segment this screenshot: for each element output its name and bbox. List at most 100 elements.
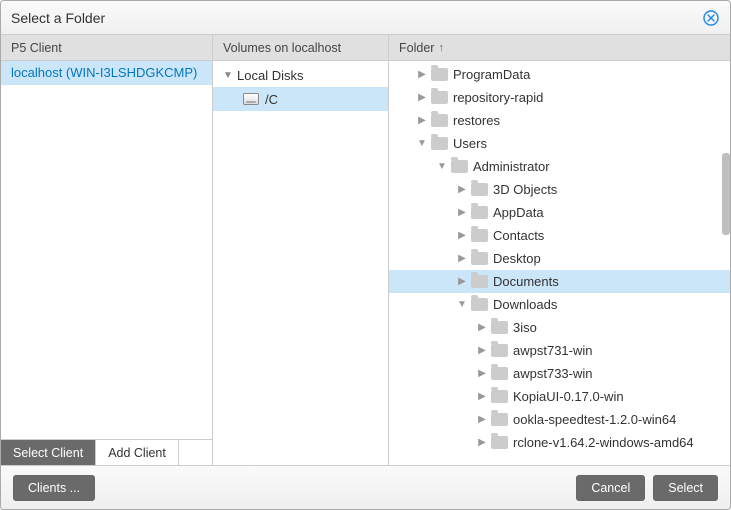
volume-root-label: Local Disks <box>237 68 303 83</box>
folder-icon <box>491 321 508 334</box>
dialog-footer: Clients ... Cancel Select <box>1 465 730 509</box>
client-row[interactable]: localhost (WIN-I3LSHDGKCMP) <box>1 61 212 85</box>
tab-select-client[interactable]: Select Client <box>1 440 96 465</box>
dialog-title: Select a Folder <box>11 10 702 26</box>
folder-row[interactable]: ▶ ProgramData <box>389 63 730 86</box>
folder-row[interactable]: ▶ Contacts <box>389 224 730 247</box>
folder-icon <box>471 275 488 288</box>
folder-label: Users <box>453 136 487 151</box>
close-icon <box>703 10 719 26</box>
folder-label: Contacts <box>493 228 544 243</box>
folder-label: Documents <box>493 274 559 289</box>
folder-label: Administrator <box>473 159 550 174</box>
folder-icon <box>431 68 448 81</box>
chevron-right-icon[interactable]: ▶ <box>475 414 489 425</box>
folder-row[interactable]: ▶ awpst731-win <box>389 339 730 362</box>
folder-column-header-label: Folder <box>399 41 434 55</box>
folder-icon <box>451 160 468 173</box>
folder-row[interactable]: ▶ 3iso <box>389 316 730 339</box>
folder-row[interactable]: ▼ Users <box>389 132 730 155</box>
folder-label: ProgramData <box>453 67 530 82</box>
folder-row[interactable]: ▶ 3D Objects <box>389 178 730 201</box>
volumes-column-header: Volumes on localhost <box>213 35 388 61</box>
disk-icon <box>243 93 259 105</box>
folder-label: 3iso <box>513 320 537 335</box>
folder-row[interactable]: ▶ AppData <box>389 201 730 224</box>
folder-icon <box>431 91 448 104</box>
client-tabbar: Select Client Add Client <box>1 439 212 465</box>
folder-label: KopiaUI-0.17.0-win <box>513 389 624 404</box>
scrollbar-thumb[interactable] <box>722 153 730 235</box>
folder-row[interactable]: ▶ restores <box>389 109 730 132</box>
select-folder-dialog: Select a Folder P5 Client localhost (WIN… <box>0 0 731 510</box>
folder-row[interactable]: ▶ Desktop <box>389 247 730 270</box>
clients-button[interactable]: Clients ... <box>13 475 95 501</box>
folder-label: restores <box>453 113 500 128</box>
folder-icon <box>431 137 448 150</box>
folder-icon <box>491 390 508 403</box>
dialog-body: P5 Client localhost (WIN-I3LSHDGKCMP) Se… <box>1 35 730 465</box>
volumes-column: Volumes on localhost ▼ Local Disks /C <box>213 35 389 465</box>
chevron-down-icon[interactable]: ▼ <box>455 299 469 310</box>
folder-tree[interactable]: ▶ ProgramData ▶ repository-rapid ▶ restores ▼ U… <box>389 61 730 465</box>
chevron-right-icon[interactable]: ▶ <box>475 322 489 333</box>
folder-icon <box>491 367 508 380</box>
volume-list: ▼ Local Disks /C <box>213 61 388 465</box>
chevron-right-icon[interactable]: ▶ <box>455 184 469 195</box>
folder-row[interactable]: ▼ Downloads <box>389 293 730 316</box>
chevron-right-icon[interactable]: ▶ <box>455 253 469 264</box>
folder-row[interactable]: ▶ Documents <box>389 270 730 293</box>
folder-label: Downloads <box>493 297 557 312</box>
volume-item[interactable]: /C <box>213 87 388 111</box>
folder-icon <box>491 413 508 426</box>
client-list: localhost (WIN-I3LSHDGKCMP) <box>1 61 212 439</box>
folder-label: awpst731-win <box>513 343 593 358</box>
volume-item-label: /C <box>265 92 278 107</box>
folder-icon <box>471 298 488 311</box>
client-column-header: P5 Client <box>1 35 212 61</box>
folder-label: ookla-speedtest-1.2.0-win64 <box>513 412 676 427</box>
folder-row[interactable]: ▶ KopiaUI-0.17.0-win <box>389 385 730 408</box>
folder-icon <box>471 183 488 196</box>
volume-root-local-disks[interactable]: ▼ Local Disks <box>213 63 388 87</box>
folder-label: 3D Objects <box>493 182 557 197</box>
folder-row[interactable]: ▶ repository-rapid <box>389 86 730 109</box>
chevron-down-icon[interactable]: ▼ <box>435 161 449 172</box>
folder-icon <box>431 114 448 127</box>
folder-icon <box>471 206 488 219</box>
folder-label: awpst733-win <box>513 366 593 381</box>
client-column: P5 Client localhost (WIN-I3LSHDGKCMP) Se… <box>1 35 213 465</box>
cancel-button[interactable]: Cancel <box>576 475 645 501</box>
title-bar: Select a Folder <box>1 1 730 35</box>
chevron-right-icon[interactable]: ▶ <box>455 230 469 241</box>
close-button[interactable] <box>702 9 720 27</box>
folder-row[interactable]: ▶ awpst733-win <box>389 362 730 385</box>
folder-row[interactable]: ▼ Administrator <box>389 155 730 178</box>
chevron-right-icon[interactable]: ▶ <box>415 92 429 103</box>
chevron-right-icon[interactable]: ▶ <box>455 207 469 218</box>
folder-row[interactable]: ▶ rclone-v1.64.2-windows-amd64 <box>389 431 730 454</box>
folder-icon <box>471 229 488 242</box>
sort-ascending-icon: ↑ <box>438 42 444 54</box>
folder-column-header[interactable]: Folder ↑ <box>389 35 730 61</box>
folder-column: Folder ↑ ▶ ProgramData ▶ repository-rapid ▶ r… <box>389 35 730 465</box>
chevron-right-icon[interactable]: ▶ <box>415 69 429 80</box>
folder-icon <box>491 436 508 449</box>
select-button[interactable]: Select <box>653 475 718 501</box>
chevron-down-icon[interactable]: ▼ <box>415 138 429 149</box>
chevron-right-icon[interactable]: ▶ <box>475 368 489 379</box>
client-row-label: localhost (WIN-I3LSHDGKCMP) <box>11 65 197 80</box>
folder-label: rclone-v1.64.2-windows-amd64 <box>513 435 694 450</box>
chevron-down-icon: ▼ <box>221 70 235 81</box>
chevron-right-icon[interactable]: ▶ <box>475 437 489 448</box>
tab-add-client[interactable]: Add Client <box>96 440 179 465</box>
folder-icon <box>491 344 508 357</box>
folder-label: repository-rapid <box>453 90 543 105</box>
chevron-right-icon[interactable]: ▶ <box>455 276 469 287</box>
folder-label: Desktop <box>493 251 541 266</box>
folder-label: AppData <box>493 205 544 220</box>
chevron-right-icon[interactable]: ▶ <box>415 115 429 126</box>
chevron-right-icon[interactable]: ▶ <box>475 391 489 402</box>
folder-row[interactable]: ▶ ookla-speedtest-1.2.0-win64 <box>389 408 730 431</box>
chevron-right-icon[interactable]: ▶ <box>475 345 489 356</box>
